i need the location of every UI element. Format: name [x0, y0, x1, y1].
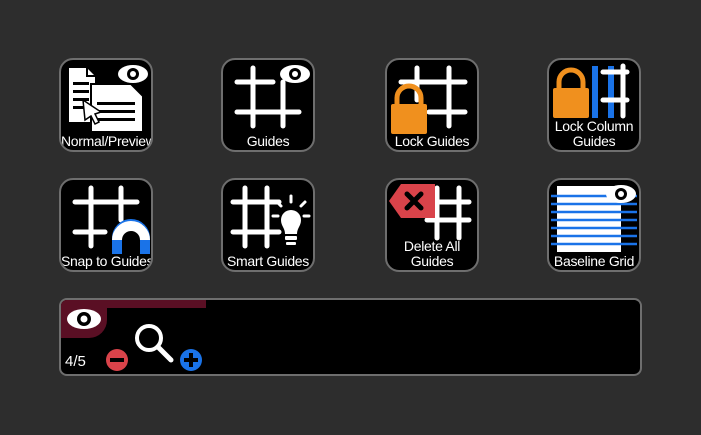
lock-column-guides-label-line1: Lock Column	[554, 118, 634, 134]
delete-all-guides-label-line2: Guides	[410, 253, 454, 269]
normal-preview-button[interactable]: Normal/Preview	[59, 58, 153, 152]
preview-toggle[interactable]	[61, 300, 107, 338]
smart-guides-button[interactable]: Smart Guides	[221, 178, 315, 272]
eye-icon	[67, 309, 101, 329]
snap-to-guides-label: Snap to Guides	[61, 253, 153, 269]
zoom-in-icon[interactable]	[179, 348, 203, 372]
normal-preview-label: Normal/Preview	[61, 133, 153, 149]
lock-column-guides-label-line2: Guides	[572, 133, 616, 149]
delete-all-guides-label-line1: Delete All	[403, 238, 461, 254]
zoom-out-icon[interactable]	[105, 348, 129, 372]
page-count: 4/5	[65, 353, 86, 370]
smart-guides-label: Smart Guides	[227, 253, 309, 269]
zoom-panel: 4/5	[59, 298, 642, 376]
delete-all-guides-label: Delete All Guides	[387, 239, 477, 269]
lock-column-guides-button[interactable]: Lock Column Guides	[547, 58, 641, 152]
guides-button[interactable]: Guides	[221, 58, 315, 152]
guides-label: Guides	[246, 133, 290, 149]
lock-column-guides-label: Lock Column Guides	[549, 119, 639, 149]
baseline-grid-label: Baseline Grid	[553, 253, 635, 269]
lock-guides-button[interactable]: Lock Guides	[385, 58, 479, 152]
snap-to-guides-button[interactable]: Snap to Guides	[59, 178, 153, 272]
delete-all-guides-button[interactable]: Delete All Guides	[385, 178, 479, 272]
lock-guides-label: Lock Guides	[394, 133, 470, 149]
magnifier-icon	[135, 324, 174, 363]
progress-bar	[61, 300, 640, 308]
baseline-grid-button[interactable]: Baseline Grid	[547, 178, 641, 272]
